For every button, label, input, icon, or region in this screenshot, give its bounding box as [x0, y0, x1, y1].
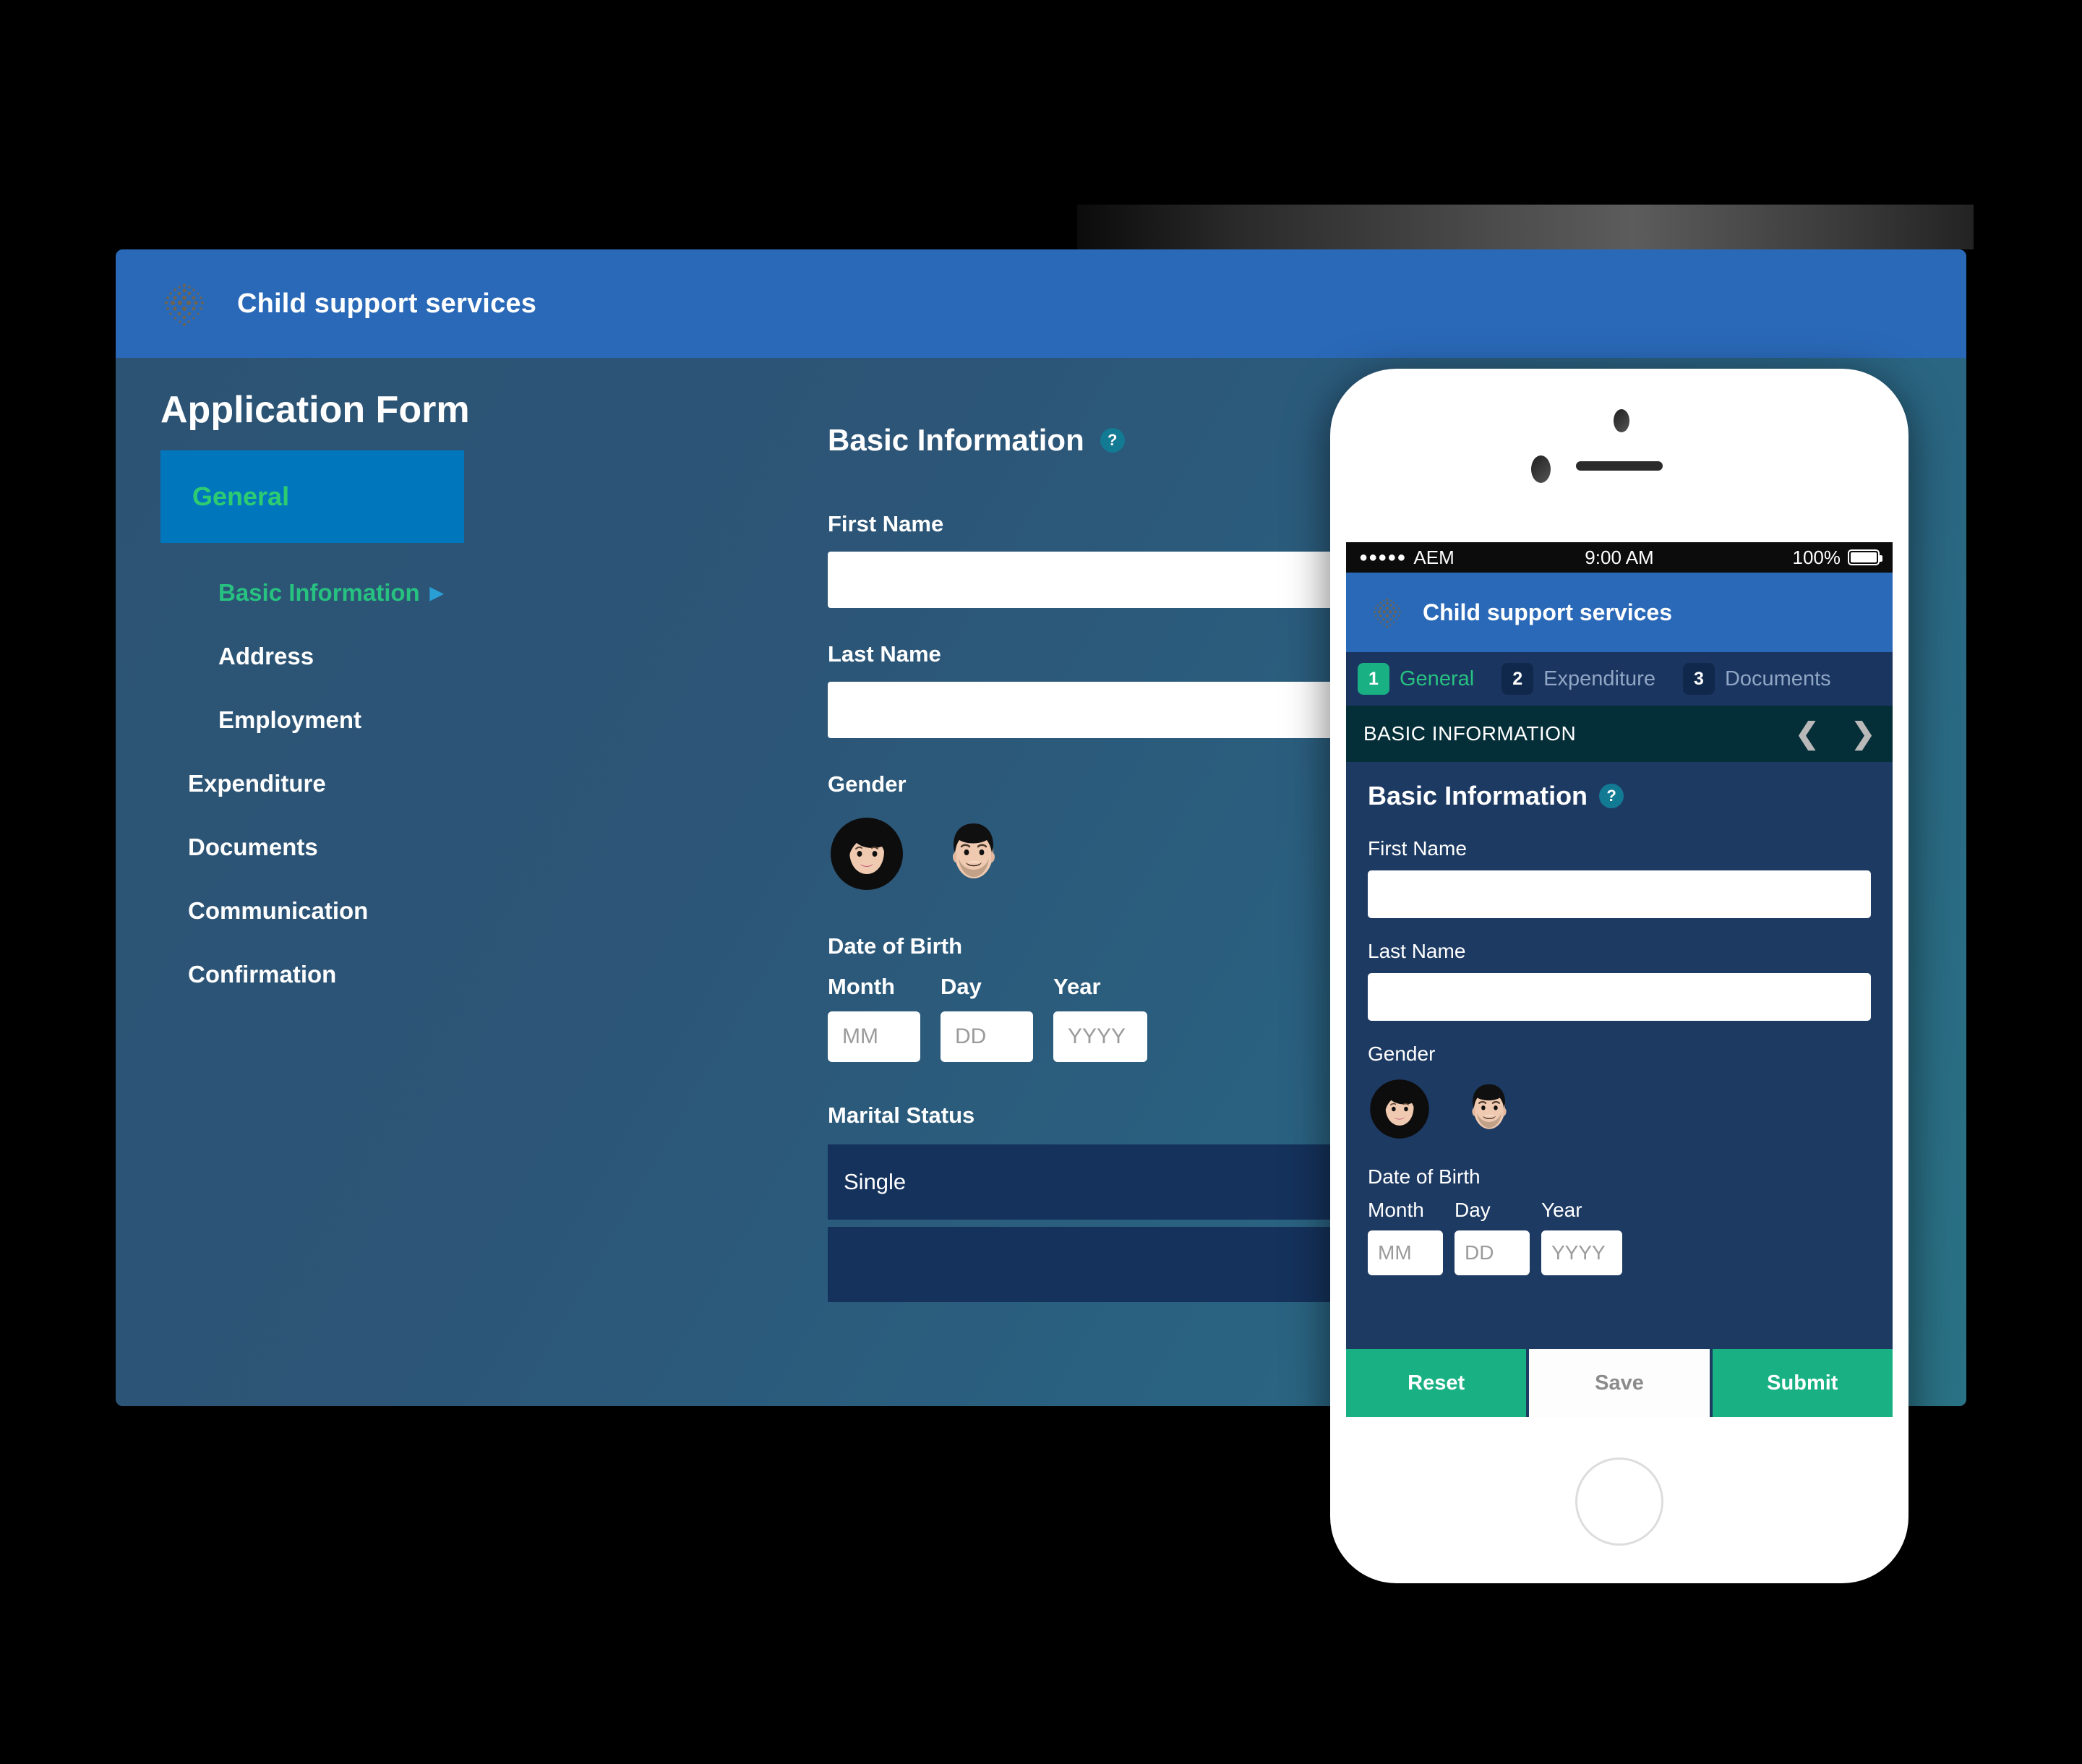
- male-avatar-icon[interactable]: [935, 815, 1013, 893]
- phone-dob-year-col: Year YYYY: [1541, 1199, 1622, 1275]
- battery-icon: [1848, 549, 1882, 565]
- sidebar-nav: General Basic Information ▶ Address Empl…: [160, 450, 464, 988]
- tab-expenditure-label: Expenditure: [1543, 667, 1655, 690]
- male-avatar-icon[interactable]: [1457, 1077, 1521, 1141]
- phone-dob-month-col: Month MM: [1368, 1199, 1443, 1275]
- carrier-label: AEM: [1413, 546, 1455, 568]
- sidebar-item-general-label: General: [192, 481, 290, 511]
- home-button[interactable]: [1575, 1457, 1663, 1546]
- phone-action-bar: Reset Save Submit: [1346, 1349, 1893, 1417]
- sidebar-item-expenditure[interactable]: Expenditure: [160, 770, 464, 797]
- desktop-brand-title: Child support services: [237, 288, 537, 319]
- phone-status-bar: ●●●●● AEM 9:00 AM 100%: [1346, 542, 1893, 573]
- sidebar-item-documents[interactable]: Documents: [160, 834, 464, 861]
- phone-dob-month-label: Month: [1368, 1199, 1424, 1221]
- sidebar-item-confirmation[interactable]: Confirmation: [160, 961, 464, 988]
- form-section-title: Basic Information: [828, 423, 1084, 457]
- phone-last-name-input[interactable]: [1368, 973, 1871, 1021]
- proximity-sensor-icon: [1531, 455, 1551, 483]
- background-gradient-strip: [1077, 205, 1974, 249]
- help-icon[interactable]: ?: [1100, 428, 1125, 453]
- sidebar-item-employment-label: Employment: [218, 706, 362, 733]
- sidebar-item-communication[interactable]: Communication: [160, 897, 464, 925]
- breadcrumb-nav: ❮ ❯: [1795, 717, 1875, 750]
- phone-first-name-input[interactable]: [1368, 870, 1871, 918]
- tab-expenditure[interactable]: 2 Expenditure: [1501, 663, 1676, 695]
- phone-gender-label: Gender: [1368, 1042, 1436, 1065]
- sidebar-item-confirmation-label: Confirmation: [188, 961, 337, 988]
- battery-area: 100%: [1792, 546, 1882, 569]
- phone-section-title: Basic Information: [1368, 781, 1588, 810]
- dob-month-label: Month: [828, 974, 895, 999]
- dob-year-col: Year YYYY: [1053, 974, 1147, 1062]
- signal-strength-icon: ●●●●●: [1359, 549, 1407, 565]
- submit-button[interactable]: Submit: [1712, 1349, 1893, 1417]
- tab-general-number: 1: [1358, 663, 1389, 695]
- phone-dob-year-input[interactable]: YYYY: [1541, 1230, 1622, 1275]
- earpiece-speaker-icon: [1576, 461, 1663, 471]
- phone-first-name-label: First Name: [1368, 837, 1467, 860]
- phone-dob-year-label: Year: [1541, 1199, 1582, 1221]
- desktop-header: Child support services: [116, 249, 1966, 358]
- battery-percent: 100%: [1792, 546, 1841, 568]
- phone-date-of-birth-group: Month MM Day DD Year YYYY: [1368, 1199, 1871, 1275]
- female-avatar-icon[interactable]: [828, 815, 906, 893]
- phone-gender-options: [1368, 1077, 1871, 1141]
- dob-day-label: Day: [941, 974, 982, 999]
- page-title: Application Form: [160, 389, 470, 431]
- sidebar-item-communication-label: Communication: [188, 897, 369, 924]
- dob-year-input[interactable]: YYYY: [1053, 1011, 1147, 1062]
- phone-app-header: Child support services: [1346, 573, 1893, 652]
- chevron-left-icon[interactable]: ❮: [1795, 717, 1820, 750]
- sidebar-item-basic-information-label: Basic Information: [218, 579, 420, 606]
- sidebar-item-address[interactable]: Address: [160, 643, 464, 670]
- help-icon[interactable]: ?: [1599, 784, 1624, 808]
- sidebar-item-basic-information[interactable]: Basic Information ▶: [160, 579, 464, 607]
- front-camera-icon: [1614, 409, 1629, 432]
- phone-breadcrumb-bar: BASIC INFORMATION ❮ ❯: [1346, 706, 1893, 762]
- female-avatar-icon[interactable]: [1368, 1077, 1431, 1141]
- halftone-dots-logo-icon: [1371, 596, 1404, 629]
- dob-day-col: Day DD: [941, 974, 1033, 1062]
- sidebar-item-employment[interactable]: Employment: [160, 706, 464, 734]
- tab-documents[interactable]: 3 Documents: [1682, 663, 1851, 695]
- dob-month-input[interactable]: MM: [828, 1011, 920, 1062]
- phone-dob-day-input[interactable]: DD: [1455, 1230, 1530, 1275]
- halftone-dots-logo-icon: [160, 280, 208, 327]
- phone-screen: ●●●●● AEM 9:00 AM 100% Child support ser…: [1346, 542, 1893, 1417]
- sidebar-item-address-label: Address: [218, 643, 314, 669]
- phone-section-header: Basic Information ?: [1368, 781, 1871, 811]
- phone-dob-month-input[interactable]: MM: [1368, 1230, 1443, 1275]
- tab-documents-number: 3: [1682, 663, 1715, 695]
- chevron-right-icon[interactable]: ❯: [1851, 717, 1875, 750]
- sidebar-item-documents-label: Documents: [188, 834, 318, 860]
- phone-last-name-label: Last Name: [1368, 940, 1466, 962]
- reset-button[interactable]: Reset: [1346, 1349, 1527, 1417]
- phone-dob-day-col: Day DD: [1455, 1199, 1530, 1275]
- phone-brand-title: Child support services: [1423, 599, 1672, 625]
- tab-expenditure-number: 2: [1501, 663, 1534, 695]
- sidebar-item-general[interactable]: General: [160, 450, 464, 543]
- chevron-right-icon: ▶: [429, 583, 444, 603]
- dob-month-col: Month MM: [828, 974, 920, 1062]
- status-time: 9:00 AM: [1585, 546, 1654, 568]
- phone-date-of-birth-label: Date of Birth: [1368, 1165, 1481, 1188]
- sidebar-item-expenditure-label: Expenditure: [188, 770, 326, 797]
- tab-general[interactable]: 1 General: [1358, 663, 1494, 695]
- breadcrumb-title: BASIC INFORMATION: [1363, 722, 1577, 745]
- save-button[interactable]: Save: [1529, 1349, 1710, 1417]
- dob-day-input[interactable]: DD: [941, 1011, 1033, 1062]
- phone-device: ●●●●● AEM 9:00 AM 100% Child support ser…: [1330, 369, 1908, 1583]
- screenshot-stage: Child support services Application Form …: [0, 0, 2082, 1764]
- dob-year-label: Year: [1053, 974, 1101, 999]
- phone-form-content: Basic Information ? First Name Last Name…: [1346, 762, 1893, 1275]
- phone-dob-day-label: Day: [1455, 1199, 1491, 1221]
- tab-general-label: General: [1400, 667, 1475, 690]
- phone-step-tabs: 1 General 2 Expenditure 3 Documents: [1346, 652, 1893, 706]
- tab-documents-label: Documents: [1724, 667, 1831, 690]
